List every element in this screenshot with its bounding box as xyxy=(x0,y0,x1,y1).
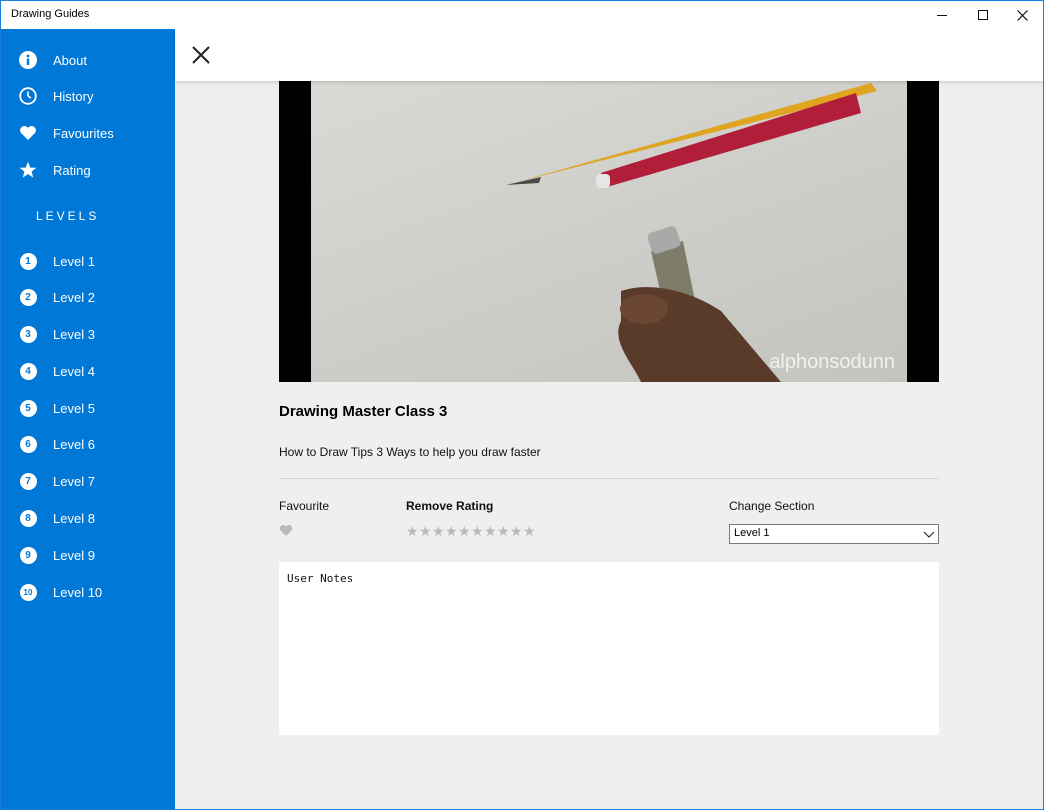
divider xyxy=(279,478,939,479)
rating-star-icon[interactable]: ★ xyxy=(458,524,471,538)
sidebar-item-label: Level 7 xyxy=(53,473,95,489)
rating-star-icon[interactable]: ★ xyxy=(523,524,536,538)
sidebar-item-favourites[interactable]: Favourites xyxy=(1,116,175,150)
info-icon xyxy=(18,50,38,70)
levels-heading: LEVELS xyxy=(36,209,100,223)
sidebar-item-level-1[interactable]: 1 Level 1 xyxy=(1,244,175,278)
sidebar-item-label: Level 5 xyxy=(53,400,95,416)
heart-outline-icon xyxy=(279,525,293,536)
sidebar-item-rating[interactable]: Rating xyxy=(1,153,175,187)
video-player[interactable]: alphonsodunn xyxy=(279,81,939,382)
heart-icon xyxy=(18,123,38,143)
change-section-label: Change Section xyxy=(729,499,815,513)
remove-rating-button[interactable]: Remove Rating xyxy=(406,499,493,513)
number-6-icon: 6 xyxy=(18,434,38,454)
video-watermark: alphonsodunn xyxy=(769,351,895,373)
rating-star-icon[interactable]: ★ xyxy=(419,524,432,538)
video-frame xyxy=(311,81,907,382)
section-select-value: Level 1 xyxy=(734,527,770,539)
page-title: Drawing Master Class 3 xyxy=(279,403,448,420)
sidebar-item-level-10[interactable]: 10 Level 10 xyxy=(1,575,175,609)
app-title: Drawing Guides xyxy=(11,8,90,20)
sidebar-item-label: Level 1 xyxy=(53,253,95,269)
maximize-icon xyxy=(977,9,988,20)
rating-star-icon[interactable]: ★ xyxy=(432,524,445,538)
rating-star-icon[interactable]: ★ xyxy=(497,524,510,538)
star-icon xyxy=(18,160,38,180)
section-select[interactable]: Level 1 xyxy=(729,524,939,544)
sidebar-item-label: Level 8 xyxy=(53,510,95,526)
number-8-icon: 8 xyxy=(18,508,38,528)
sidebar-item-label: Level 6 xyxy=(53,436,95,452)
top-bar xyxy=(175,29,1043,81)
sidebar-item-level-2[interactable]: 2 Level 2 xyxy=(1,280,175,314)
favourite-label: Favourite xyxy=(279,499,330,513)
close-detail-button[interactable] xyxy=(189,43,213,67)
number-7-icon: 7 xyxy=(18,471,38,491)
number-3-icon: 3 xyxy=(18,324,38,344)
number-9-icon: 9 xyxy=(18,545,38,565)
title-bar: Drawing Guides xyxy=(1,1,1043,29)
sidebar-item-history[interactable]: History xyxy=(1,79,175,113)
minimize-icon xyxy=(936,14,947,16)
sidebar-item-level-3[interactable]: 3 Level 3 xyxy=(1,317,175,351)
app-window: Drawing Guides About History Favourites … xyxy=(0,0,1044,810)
sidebar-item-level-7[interactable]: 7 Level 7 xyxy=(1,464,175,498)
sidebar-item-label: Favourites xyxy=(53,125,114,141)
sidebar-item-label: Level 4 xyxy=(53,363,95,379)
rating-star-icon[interactable]: ★ xyxy=(471,524,484,538)
close-icon xyxy=(192,46,210,64)
sidebar-item-about[interactable]: About xyxy=(1,43,175,77)
number-10-icon: 10 xyxy=(18,582,38,602)
sidebar-item-label: About xyxy=(53,52,87,68)
sidebar-item-level-9[interactable]: 9 Level 9 xyxy=(1,538,175,572)
sidebar-item-label: Level 3 xyxy=(53,326,95,342)
detail-panel: alphonsodunn Drawing Master Class 3 How … xyxy=(175,81,1043,809)
video-thumbnail-image xyxy=(506,83,877,382)
sidebar-item-label: Level 2 xyxy=(53,289,95,305)
rating-star-icon[interactable]: ★ xyxy=(445,524,458,538)
sidebar-item-level-4[interactable]: 4 Level 4 xyxy=(1,354,175,388)
sidebar: About History Favourites Rating LEVELS 1… xyxy=(1,29,175,809)
sidebar-item-label: Rating xyxy=(53,162,91,178)
sidebar-item-level-6[interactable]: 6 Level 6 xyxy=(1,427,175,461)
clock-icon xyxy=(18,86,38,106)
rating-star-icon[interactable]: ★ xyxy=(406,524,419,538)
number-2-icon: 2 xyxy=(18,287,38,307)
minimize-button[interactable] xyxy=(919,1,965,29)
video-description: How to Draw Tips 3 Ways to help you draw… xyxy=(279,445,541,459)
close-icon xyxy=(1016,9,1028,21)
rating-star-icon[interactable]: ★ xyxy=(510,524,523,538)
rating-star-icon[interactable]: ★ xyxy=(484,524,497,538)
favourite-toggle[interactable] xyxy=(279,524,293,538)
number-4-icon: 4 xyxy=(18,361,38,381)
number-5-icon: 5 xyxy=(18,398,38,418)
user-notes-textarea[interactable]: User Notes xyxy=(279,562,939,735)
sidebar-item-level-8[interactable]: 8 Level 8 xyxy=(1,501,175,535)
sidebar-item-label: History xyxy=(53,88,94,104)
chevron-down-icon xyxy=(923,531,935,538)
sidebar-item-label: Level 9 xyxy=(53,547,95,563)
sidebar-item-label: Level 10 xyxy=(53,584,103,600)
sidebar-item-level-5[interactable]: 5 Level 5 xyxy=(1,391,175,425)
window-close-button[interactable] xyxy=(999,1,1043,29)
number-1-icon: 1 xyxy=(18,251,38,271)
rating-stars: ★ ★ ★ ★ ★ ★ ★ ★ ★ ★ xyxy=(406,524,536,538)
